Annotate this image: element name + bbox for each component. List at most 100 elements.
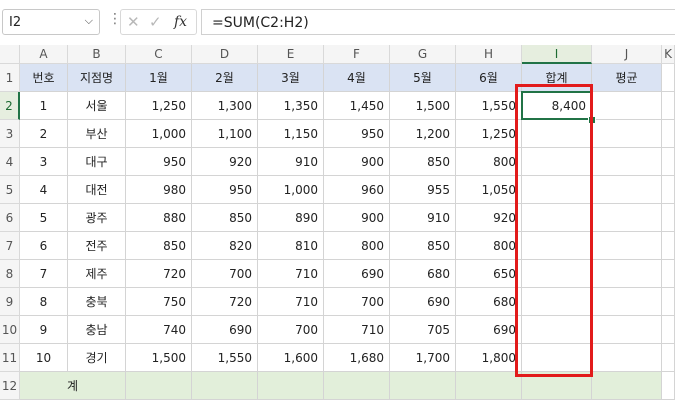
column-header-a[interactable]: A [20,45,68,64]
cell-i5[interactable] [522,176,592,204]
cell-i9[interactable] [522,288,592,316]
cell-j9[interactable] [592,288,662,316]
cell-i2[interactable]: 8,400 [522,92,592,120]
cell-i11[interactable] [522,344,592,372]
header-cell-d[interactable]: 2월 [192,64,258,92]
header-cell-f[interactable]: 4월 [324,64,390,92]
cell-g8[interactable]: 680 [390,260,456,288]
formula-input[interactable]: =SUM(C2:H2) [201,9,675,35]
cell-e5[interactable]: 1,000 [258,176,324,204]
row-header-2[interactable]: 2 [0,92,20,120]
cell-d11[interactable]: 1,550 [192,344,258,372]
cell-b2[interactable]: 서울 [68,92,126,120]
name-box[interactable]: I2 ⌵ [2,9,100,35]
cell-g11[interactable]: 1,700 [390,344,456,372]
cell-j4[interactable] [592,148,662,176]
chevron-down-icon[interactable]: ⌵ [85,14,93,28]
cell-f6[interactable]: 900 [324,204,390,232]
cell-k5[interactable] [662,176,675,204]
insert-function-icon[interactable]: fx [174,14,187,30]
cell-j6[interactable] [592,204,662,232]
row-header-10[interactable]: 10 [0,316,20,344]
cell-f7[interactable]: 800 [324,232,390,260]
cell-c2[interactable]: 1,250 [126,92,192,120]
cell-b10[interactable]: 충남 [68,316,126,344]
cell-i10[interactable] [522,316,592,344]
cell-a11[interactable]: 10 [20,344,68,372]
cell-a2[interactable]: 1 [20,92,68,120]
row-header-1[interactable]: 1 [0,64,20,92]
cell-h4[interactable]: 800 [456,148,522,176]
cell-f2[interactable]: 1,450 [324,92,390,120]
cell-c5[interactable]: 980 [126,176,192,204]
cell-k7[interactable] [662,232,675,260]
cell-f11[interactable]: 1,680 [324,344,390,372]
cell-d8[interactable]: 700 [192,260,258,288]
cell-b8[interactable]: 제주 [68,260,126,288]
cell-k10[interactable] [662,316,675,344]
cell-a3[interactable]: 2 [20,120,68,148]
cell-i4[interactable] [522,148,592,176]
row-header-3[interactable]: 3 [0,120,20,148]
cell-k4[interactable] [662,148,675,176]
cell-j8[interactable] [592,260,662,288]
cell-h8[interactable]: 650 [456,260,522,288]
cell-c8[interactable]: 720 [126,260,192,288]
header-cell-c[interactable]: 1월 [126,64,192,92]
cell-d4[interactable]: 920 [192,148,258,176]
row-header-4[interactable]: 4 [0,148,20,176]
cell-b5[interactable]: 대전 [68,176,126,204]
cell-g4[interactable]: 850 [390,148,456,176]
cell-a5[interactable]: 4 [20,176,68,204]
header-cell-g[interactable]: 5월 [390,64,456,92]
total-cell-e[interactable] [258,372,324,400]
cell-k9[interactable] [662,288,675,316]
cell-e10[interactable]: 700 [258,316,324,344]
row-header-6[interactable]: 6 [0,204,20,232]
header-cell-b[interactable]: 지점명 [68,64,126,92]
row-header-12[interactable]: 12 [0,372,20,400]
cell-f10[interactable]: 710 [324,316,390,344]
cell-h11[interactable]: 1,800 [456,344,522,372]
total-cell-j[interactable] [592,372,662,400]
row-header-11[interactable]: 11 [0,344,20,372]
row-header-7[interactable]: 7 [0,232,20,260]
column-header-j[interactable]: J [592,45,662,64]
cell-c4[interactable]: 950 [126,148,192,176]
cell-d10[interactable]: 690 [192,316,258,344]
cell-j2[interactable] [592,92,662,120]
column-header-k[interactable]: K [662,45,675,64]
select-all-corner[interactable] [0,45,20,64]
column-header-c[interactable]: C [126,45,192,64]
column-header-g[interactable]: G [390,45,456,64]
cell-g9[interactable]: 690 [390,288,456,316]
cell-e6[interactable]: 890 [258,204,324,232]
cell-f8[interactable]: 690 [324,260,390,288]
cell-i7[interactable] [522,232,592,260]
cell-b9[interactable]: 충북 [68,288,126,316]
cell-j7[interactable] [592,232,662,260]
cell-k12[interactable] [662,372,675,400]
row-header-9[interactable]: 9 [0,288,20,316]
cell-k8[interactable] [662,260,675,288]
cell-j3[interactable] [592,120,662,148]
cell-g2[interactable]: 1,500 [390,92,456,120]
cell-a6[interactable]: 5 [20,204,68,232]
column-header-b[interactable]: B [68,45,126,64]
cell-a9[interactable]: 8 [20,288,68,316]
cell-i3[interactable] [522,120,592,148]
fill-handle[interactable] [588,116,596,124]
cell-b4[interactable]: 대구 [68,148,126,176]
row-header-5[interactable]: 5 [0,176,20,204]
cell-f5[interactable]: 960 [324,176,390,204]
cell-c10[interactable]: 740 [126,316,192,344]
cell-c3[interactable]: 1,000 [126,120,192,148]
total-cell-f[interactable] [324,372,390,400]
cell-c6[interactable]: 880 [126,204,192,232]
cell-e2[interactable]: 1,350 [258,92,324,120]
cell-j11[interactable] [592,344,662,372]
cell-d2[interactable]: 1,300 [192,92,258,120]
column-header-f[interactable]: F [324,45,390,64]
cell-d6[interactable]: 850 [192,204,258,232]
cell-d5[interactable]: 950 [192,176,258,204]
